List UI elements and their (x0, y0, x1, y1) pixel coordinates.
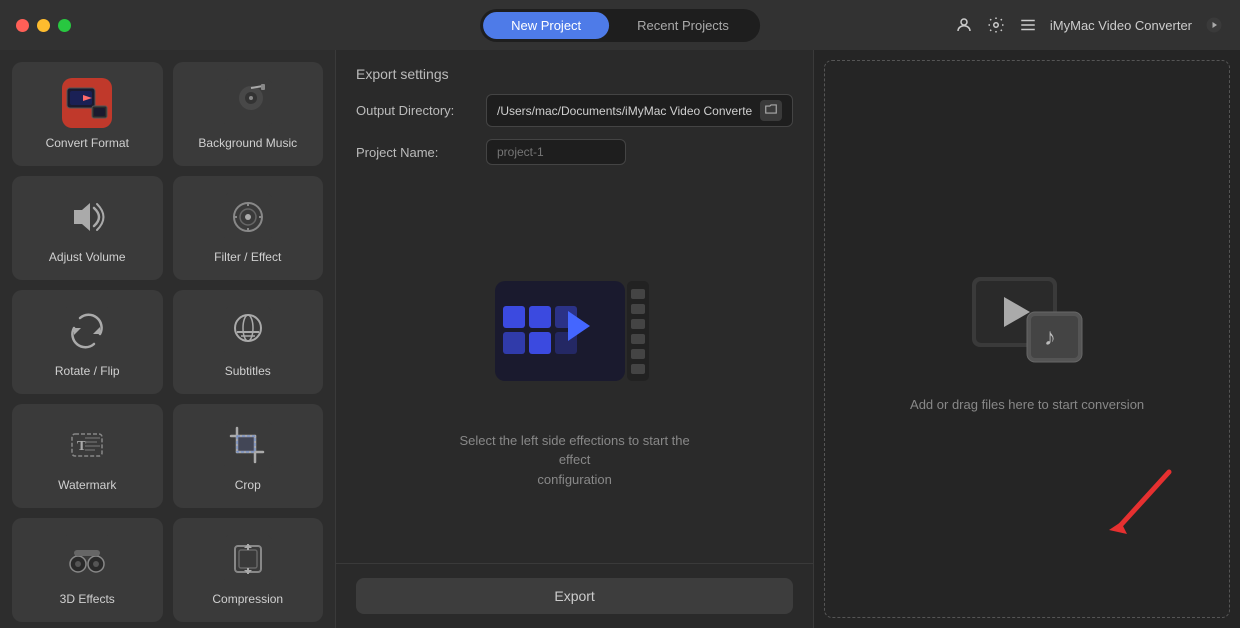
account-icon[interactable] (954, 15, 974, 35)
sidebar-item-compression[interactable]: Compression (173, 518, 324, 622)
output-directory-value-box: /Users/mac/Documents/iMyMac Video Conver… (486, 94, 793, 127)
drop-zone-svg: ♪ (962, 267, 1092, 377)
right-panel-wrapper: ♪ Add or drag files here to start conver… (814, 50, 1240, 628)
background-music-icon (223, 78, 273, 128)
watermark-icon: T (62, 420, 112, 470)
titlebar-right: iMyMac Video Converter (954, 15, 1224, 35)
sidebar-item-rotate-flip-label: Rotate / Flip (55, 364, 120, 378)
sidebar-item-3d-effects-label: 3D Effects (60, 592, 115, 606)
effect-preview-svg (475, 251, 675, 411)
right-panel[interactable]: ♪ Add or drag files here to start conver… (824, 60, 1230, 618)
export-settings-title: Export settings (356, 66, 793, 82)
select-effect-text: Select the left side effections to start… (445, 431, 705, 490)
menu-icon[interactable] (1018, 15, 1038, 35)
drop-zone-text: Add or drag files here to start conversi… (910, 397, 1144, 412)
adjust-volume-icon (62, 192, 112, 242)
sidebar-item-filter-effect[interactable]: Filter / Effect (173, 176, 324, 280)
arrow-svg (1099, 462, 1179, 542)
project-name-row: Project Name: (356, 139, 793, 165)
titlebar: New Project Recent Projects iMyMac Video… (0, 0, 1240, 50)
center-content: Select the left side effections to start… (336, 177, 813, 563)
center-panel: Export settings Output Directory: /Users… (335, 50, 814, 628)
sidebar-item-background-music-label: Background Music (198, 136, 297, 150)
rotate-flip-icon (62, 306, 112, 356)
sidebar-item-filter-effect-label: Filter / Effect (214, 250, 281, 264)
subtitles-icon (223, 306, 273, 356)
sidebar-item-subtitles-label: Subtitles (225, 364, 271, 378)
sidebar-item-compression-label: Compression (212, 592, 283, 606)
select-effect-text-content: Select the left side effections to start… (459, 433, 689, 487)
sidebar-item-subtitles[interactable]: Subtitles (173, 290, 324, 394)
sidebar-item-rotate-flip[interactable]: Rotate / Flip (12, 290, 163, 394)
maximize-button[interactable] (58, 19, 71, 32)
sidebar-item-convert-format-label: Convert Format (46, 136, 129, 150)
project-name-input[interactable] (486, 139, 626, 165)
sidebar-item-watermark[interactable]: T Watermark (12, 404, 163, 508)
arrow-indicator (1099, 462, 1179, 547)
tab-recent-projects[interactable]: Recent Projects (609, 12, 757, 39)
sidebar-item-watermark-label: Watermark (58, 478, 116, 492)
export-settings: Export settings Output Directory: /Users… (336, 50, 813, 177)
sidebar-item-adjust-volume[interactable]: Adjust Volume (12, 176, 163, 280)
drop-zone-icon-group: ♪ (962, 267, 1092, 377)
sidebar-item-background-music[interactable]: Background Music (173, 62, 324, 166)
settings-icon[interactable] (986, 15, 1006, 35)
tab-new-project[interactable]: New Project (483, 12, 609, 39)
3d-effects-icon (62, 534, 112, 584)
app-name-label: iMyMac Video Converter (1050, 18, 1192, 33)
close-button[interactable] (16, 19, 29, 32)
filter-effect-icon (223, 192, 273, 242)
minimize-button[interactable] (37, 19, 50, 32)
sidebar: Convert Format Background Music (0, 50, 335, 628)
crop-icon (223, 420, 273, 470)
traffic-lights (16, 19, 71, 32)
output-directory-value: /Users/mac/Documents/iMyMac Video Conver… (497, 104, 752, 118)
compression-icon (223, 534, 273, 584)
export-btn-row: Export (336, 563, 813, 628)
output-directory-row: Output Directory: /Users/mac/Documents/i… (356, 94, 793, 127)
browse-folder-button[interactable] (760, 100, 782, 121)
output-directory-label: Output Directory: (356, 103, 486, 118)
main-layout: Convert Format Background Music (0, 50, 1240, 628)
export-button[interactable]: Export (356, 578, 793, 614)
convert-format-icon (62, 78, 112, 128)
sidebar-item-convert-format[interactable]: Convert Format (12, 62, 163, 166)
svg-text:♪: ♪ (1044, 324, 1056, 351)
sidebar-item-adjust-volume-label: Adjust Volume (49, 250, 126, 264)
effect-preview-graphic (475, 251, 675, 411)
tab-group: New Project Recent Projects (480, 9, 760, 42)
sidebar-item-crop[interactable]: Crop (173, 404, 324, 508)
project-name-label: Project Name: (356, 145, 486, 160)
sidebar-item-crop-label: Crop (235, 478, 261, 492)
sidebar-item-3d-effects[interactable]: 3D Effects (12, 518, 163, 622)
app-icon (1204, 15, 1224, 35)
